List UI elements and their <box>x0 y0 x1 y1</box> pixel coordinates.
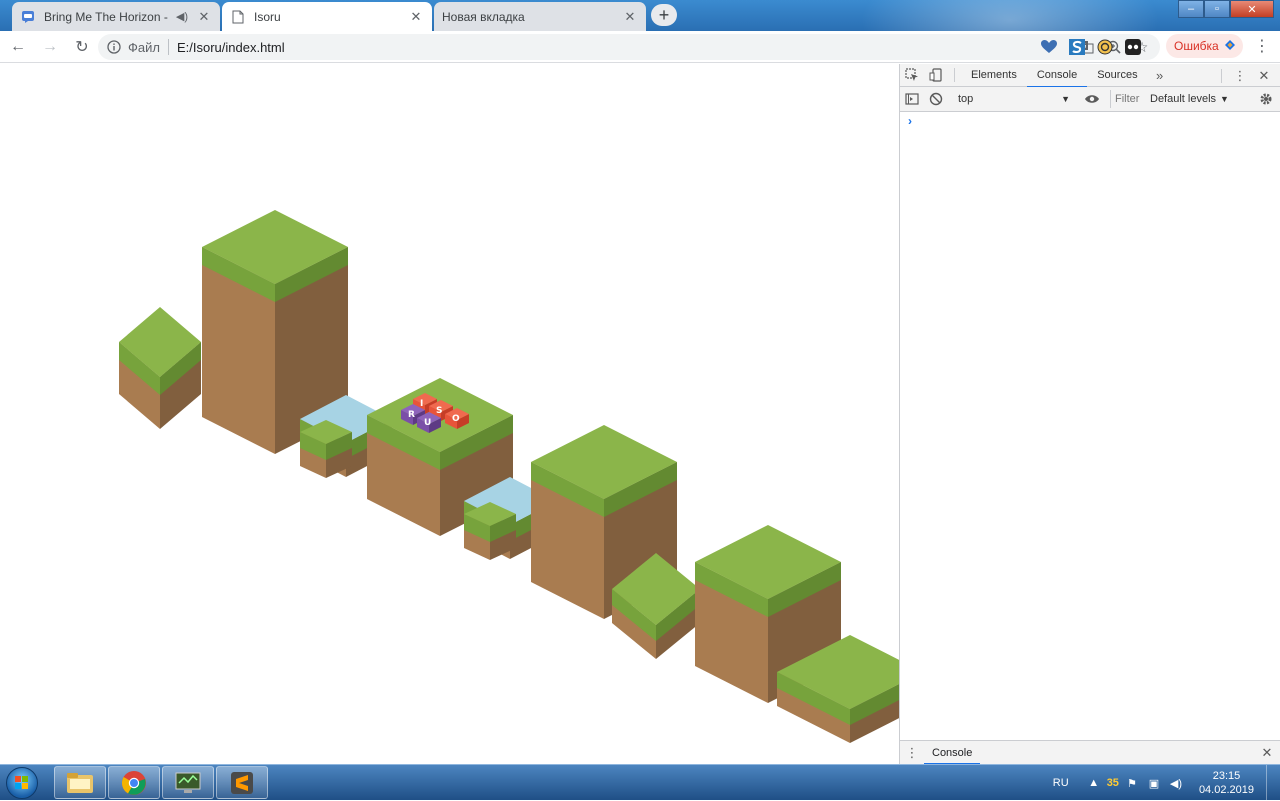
tab-console[interactable]: Console <box>1026 64 1088 88</box>
tab-title: Bring Me The Horizon - i apo <box>44 9 168 24</box>
tab-close-icon[interactable]: ✕ <box>196 9 212 25</box>
network-icon[interactable]: ▣ <box>1145 774 1163 792</box>
sublime-taskbar-button[interactable] <box>216 766 268 799</box>
device-toolbar-icon[interactable] <box>924 64 948 86</box>
drawer-close-icon[interactable]: ✕ <box>1255 742 1279 764</box>
forward-button[interactable]: → <box>36 33 64 61</box>
chat-favicon-icon <box>20 9 36 25</box>
tab-close-icon[interactable]: ✕ <box>408 9 424 25</box>
context-value: top <box>958 93 974 105</box>
url-text[interactable]: E:/Isoru/index.html <box>177 40 285 55</box>
tab-elements[interactable]: Elements <box>961 64 1027 87</box>
show-desktop-button[interactable] <box>1266 765 1280 801</box>
flag-icon[interactable]: ⚑ <box>1123 774 1141 792</box>
logo-letter: I <box>420 399 423 409</box>
windows-taskbar: RU ▲ 35 ⚑ ▣ ◀) 23:15 04.02.2019 <box>0 764 1280 801</box>
chrome-icon <box>121 770 146 795</box>
logo-letter: R <box>408 410 415 420</box>
address-bar[interactable]: Файл E:/Isoru/index.html G ☆ <box>98 34 1160 60</box>
new-tab-button[interactable]: + <box>651 4 677 26</box>
tab-close-icon[interactable]: ✕ <box>622 9 638 25</box>
context-selector[interactable]: top ▼ <box>952 90 1076 108</box>
diamond-icon <box>1224 39 1235 53</box>
tab-title: Isoru <box>254 9 281 24</box>
heart-extension-icon[interactable] <box>1038 34 1060 60</box>
drawer-menu-icon[interactable]: ⋮ <box>900 742 924 764</box>
devtools-actions: ⋮ ✕ <box>1215 64 1276 87</box>
back-button[interactable]: ← <box>4 33 32 61</box>
divider <box>1221 68 1222 83</box>
eye-icon[interactable] <box>1080 88 1104 110</box>
tray-expand-icon[interactable]: ▲ <box>1085 774 1103 792</box>
more-tabs-icon[interactable]: » <box>1148 64 1172 86</box>
clock-time: 23:15 <box>1212 770 1241 782</box>
console-toolbar: top ▼ Filter Default levels ▼ <box>900 87 1280 112</box>
clear-console-icon[interactable] <box>924 88 948 110</box>
s-extension-icon[interactable] <box>1066 34 1088 60</box>
logo-letter: O <box>452 414 460 424</box>
language-indicator[interactable]: RU <box>1053 777 1069 789</box>
app-taskbar-button[interactable] <box>162 766 214 799</box>
error-label: Ошибка <box>1174 39 1219 53</box>
folder-icon <box>67 772 93 793</box>
devtools-panel: Elements Console Sources » ⋮ ✕ top ▼ Fil… <box>899 64 1280 765</box>
minimize-button[interactable]: ‒ <box>1178 0 1204 18</box>
document-icon <box>230 9 246 25</box>
levels-label: Default levels <box>1150 93 1217 105</box>
system-tray: RU ▲ 35 ⚑ ▣ ◀) 23:15 04.02.2019 <box>1053 765 1280 801</box>
speaker-icon[interactable]: ◀) <box>176 10 188 23</box>
divider <box>167 39 169 55</box>
close-window-button[interactable]: ✕ <box>1230 0 1274 18</box>
chrome-taskbar-button[interactable] <box>108 766 160 799</box>
tab-isoru[interactable]: Isoru ✕ <box>222 2 432 31</box>
start-button[interactable] <box>6 767 38 799</box>
coin-extension-icon[interactable] <box>1094 34 1116 60</box>
clock[interactable]: 23:15 04.02.2019 <box>1199 769 1254 797</box>
browser-menu-button[interactable]: ⋮ <box>1250 34 1274 58</box>
isometric-scene: I SO RU <box>119 210 899 743</box>
sublime-text-icon <box>231 771 253 794</box>
tab-new[interactable]: Новая вкладка ✕ <box>434 2 646 31</box>
devtools-close-icon[interactable]: ✕ <box>1252 65 1276 87</box>
inspect-element-icon[interactable] <box>900 64 924 86</box>
logo-letter: S <box>436 406 442 416</box>
error-button[interactable]: Ошибка <box>1166 34 1243 58</box>
dropdown-arrow-icon: ▼ <box>1061 94 1070 104</box>
sidebar-toggle-icon[interactable] <box>900 88 924 110</box>
info-icon[interactable] <box>106 39 122 55</box>
console-prompt[interactable]: › <box>908 114 912 128</box>
tab-bmth[interactable]: Bring Me The Horizon - i apo ◀) ✕ <box>12 2 220 31</box>
logo-letter: U <box>424 418 431 428</box>
settings-gear-icon[interactable] <box>1254 88 1278 110</box>
devtools-menu-icon[interactable]: ⋮ <box>1228 65 1252 87</box>
explorer-taskbar-button[interactable] <box>54 766 106 799</box>
tab-title: Новая вкладка <box>442 9 525 24</box>
drawer-tab-console[interactable]: Console <box>924 741 981 765</box>
monitor-app-icon <box>175 772 201 793</box>
console-drawer: ⋮ Console ✕ <box>900 740 1280 765</box>
scheme-label: Файл <box>128 39 160 55</box>
titlebar-glow <box>860 0 1160 31</box>
dropdown-arrow-icon: ▼ <box>1220 94 1229 104</box>
maximize-button[interactable]: ▫ <box>1204 0 1230 18</box>
tray-badge[interactable]: 35 <box>1107 774 1119 792</box>
page-viewport: I SO RU <box>0 64 899 764</box>
owl-extension-icon[interactable] <box>1122 34 1144 60</box>
clock-date: 04.02.2019 <box>1198 784 1254 796</box>
window-controls: ‒ ▫ ✕ <box>1178 0 1274 18</box>
devtools-tabbar: Elements Console Sources » ⋮ ✕ <box>900 64 1280 88</box>
divider <box>954 68 955 82</box>
tab-sources[interactable]: Sources <box>1087 64 1147 87</box>
extensions <box>1038 34 1144 60</box>
volume-icon[interactable]: ◀) <box>1167 774 1185 792</box>
filter-input[interactable]: Filter <box>1110 90 1144 108</box>
log-levels-dropdown[interactable]: Default levels ▼ <box>1150 93 1229 105</box>
tab-strip: Bring Me The Horizon - i apo ◀) ✕ Isoru … <box>0 0 1280 31</box>
reload-button[interactable]: ↻ <box>68 33 96 61</box>
